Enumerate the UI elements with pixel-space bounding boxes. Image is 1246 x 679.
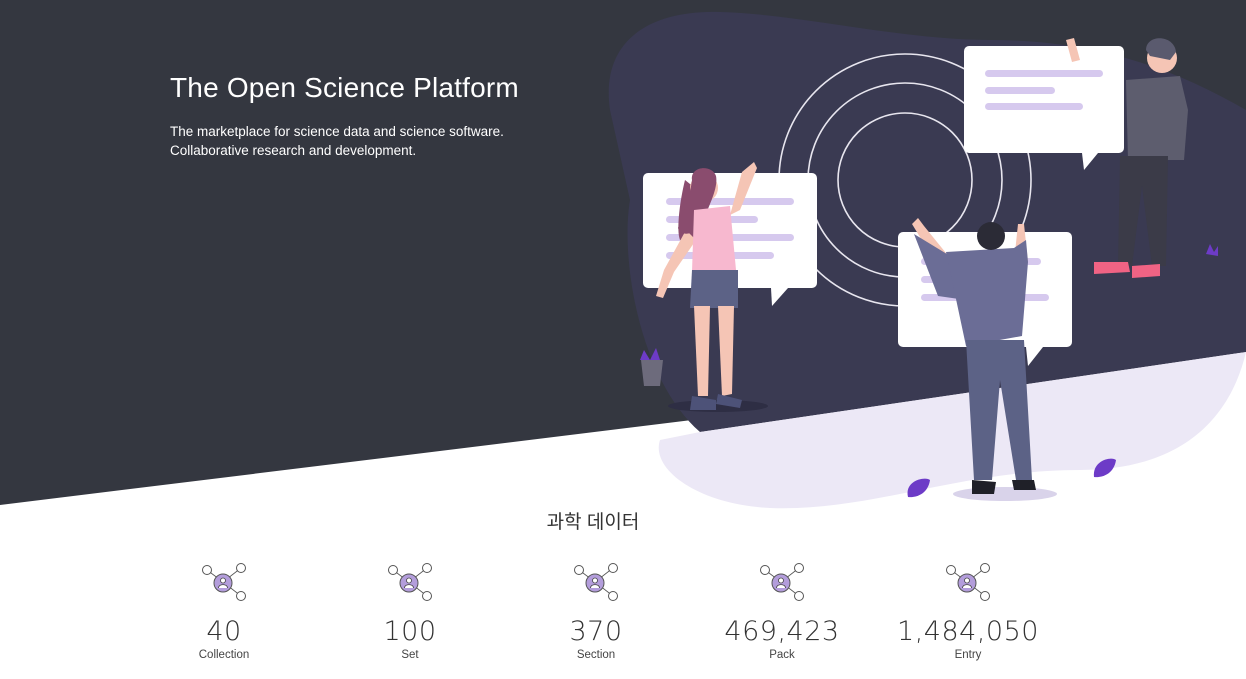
- hero-subtitle: The marketplace for science data and sci…: [170, 122, 504, 160]
- stat-label: Section: [576, 649, 616, 661]
- network-people-icon: [760, 563, 804, 601]
- stat-label: Collection: [198, 649, 250, 661]
- stat-collection: 40 Collection: [139, 560, 309, 661]
- stats-row: 40 Collection 100 Set 370 Section 469,42…: [0, 560, 1246, 679]
- stat-entry: 1,484,050 Entry: [883, 560, 1053, 661]
- stat-section: 370 Section: [511, 560, 681, 661]
- stat-pack: 469,423 Pack: [697, 560, 867, 661]
- stat-value: 370: [569, 616, 623, 647]
- stat-set: 100 Set: [325, 560, 495, 661]
- stat-value: 100: [383, 616, 437, 647]
- stat-value: 40: [206, 616, 242, 647]
- stat-label: Set: [401, 649, 419, 661]
- team-collaboration-illustration: [608, 11, 1246, 509]
- stat-label: Pack: [769, 649, 795, 661]
- network-people-icon: [388, 563, 432, 601]
- network-people-icon: [202, 563, 246, 601]
- stat-value: 1,484,050: [897, 616, 1039, 647]
- stat-label: Entry: [954, 649, 982, 661]
- stat-value: 469,423: [724, 616, 840, 647]
- network-people-icon: [574, 563, 618, 601]
- network-people-icon: [946, 563, 990, 601]
- hero-title: The Open Science Platform: [170, 72, 519, 103]
- hero-subtitle-line-2: Collaborative research and development.: [170, 143, 417, 158]
- stats-section-title: 과학 데이터: [546, 512, 640, 533]
- hero-subtitle-line-1: The marketplace for science data and sci…: [170, 124, 504, 139]
